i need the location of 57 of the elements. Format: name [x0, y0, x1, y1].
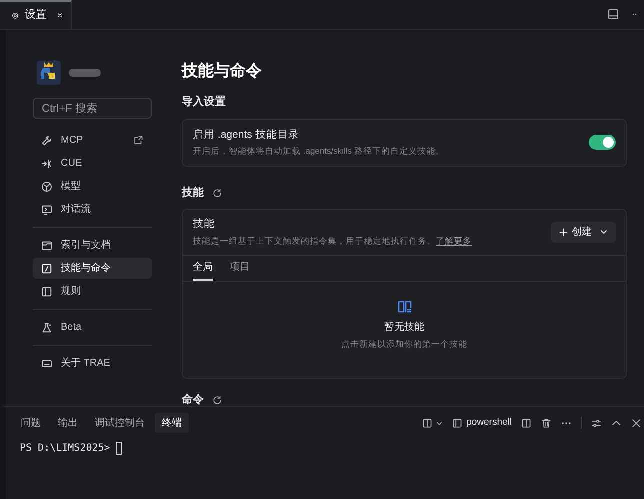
chevron-down-icon[interactable]: [436, 420, 443, 426]
sidebar-item[interactable]: MCP: [33, 130, 152, 151]
setting-label: 启用 .agents 技能目录: [193, 128, 300, 143]
panel-tab[interactable]: 调试控制台: [88, 413, 152, 433]
sidebar-item[interactable]: 技能与命令: [33, 258, 152, 279]
panel-tab[interactable]: 终端: [155, 413, 189, 433]
terminal-prompt: PS D:\LIMS2025>: [20, 442, 110, 456]
section-heading: 命令: [182, 394, 204, 406]
card-title: 技能: [193, 217, 216, 232]
plus-icon: [559, 228, 568, 237]
settings-icon: [12, 10, 19, 20]
split-layout-icon[interactable]: [422, 418, 433, 428]
sidebar-item[interactable]: CUE: [33, 153, 152, 174]
sidebar-item[interactable]: 关于 TRAE: [33, 353, 152, 374]
merge-arrows-icon: [41, 158, 53, 170]
panel-tab[interactable]: 问题: [14, 413, 48, 433]
sidebar-item[interactable]: 规则: [33, 281, 152, 302]
chevron-down-icon: [600, 228, 608, 236]
search-field[interactable]: Ctrl+F 搜索: [33, 98, 152, 119]
scope-tab[interactable]: 全局: [193, 256, 213, 281]
sidebar-item[interactable]: Beta: [33, 317, 152, 338]
section-heading: 导入设置: [182, 94, 227, 110]
close-icon[interactable]: [631, 418, 642, 428]
toggle-switch[interactable]: [589, 135, 616, 150]
sidebar-item[interactable]: 模型: [33, 176, 152, 197]
folder-doc-icon: [41, 240, 53, 252]
editor-tab[interactable]: 设置: [0, 0, 72, 29]
avatar-icon[interactable]: [37, 61, 61, 85]
flask-icon: [41, 322, 53, 334]
section-heading: 技能: [182, 186, 204, 202]
split-view-icon[interactable]: [607, 8, 620, 21]
learn-more-link[interactable]: 了解更多: [436, 236, 472, 246]
close-icon[interactable]: [56, 11, 63, 20]
empty-title: 暂无技能: [384, 320, 424, 336]
text-cursor: [116, 442, 122, 455]
trash-icon[interactable]: [541, 418, 552, 428]
shell-name[interactable]: powershell: [466, 416, 512, 430]
refresh-icon[interactable]: [212, 394, 223, 406]
sidebar-item[interactable]: 索引与文档: [33, 235, 152, 256]
scope-tab[interactable]: 项目: [230, 256, 250, 281]
setting-description: 开启后，智能体将自动加载 .agents/skills 路径下的自定义技能。: [193, 145, 446, 158]
refresh-icon[interactable]: [212, 188, 223, 200]
slash-square-icon: [41, 262, 53, 274]
open-book-icon: [396, 299, 412, 316]
sidebar-item[interactable]: 对话流: [33, 199, 152, 220]
card-description: 技能是一组基于上下文触发的指令集，用于稳定地执行任务。了解更多: [193, 234, 473, 248]
blurred-username: [69, 69, 101, 77]
sliders-icon[interactable]: [591, 418, 602, 428]
split-terminal-icon[interactable]: [521, 418, 532, 428]
wrench-icon: [41, 134, 53, 146]
chat-screen-icon: [41, 204, 53, 216]
panel-tab[interactable]: 输出: [51, 413, 85, 433]
external-window-icon[interactable]: [133, 135, 144, 146]
page-title: 技能与命令: [182, 62, 263, 82]
create-button[interactable]: 创建: [551, 222, 616, 243]
terminal-panel-icon: [452, 418, 463, 428]
empty-hint: 点击新建以添加你的第一个技能: [342, 338, 468, 351]
